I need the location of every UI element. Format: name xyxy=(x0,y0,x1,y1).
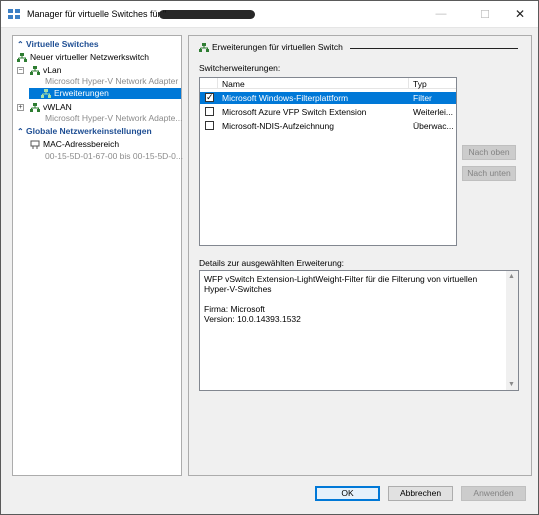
tree-item-vwlan-adapter: Microsoft Hyper-V Network Adapte... xyxy=(45,113,183,123)
chevron-up-icon[interactable]: ⌃ xyxy=(17,126,26,137)
network-switch-icon xyxy=(30,66,40,76)
tree-item-extensions[interactable]: Erweiterungen xyxy=(29,88,181,99)
tree-item-label: MAC-Adressbereich xyxy=(43,139,120,149)
extension-details-box[interactable]: WFP vSwitch Extension-LightWeight-Filter… xyxy=(199,270,519,391)
extensions-list[interactable]: Name Typ Microsoft Windows-Filterplattfo… xyxy=(199,77,457,246)
column-divider xyxy=(217,78,218,89)
details-scrollbar[interactable]: ▲ ▼ xyxy=(506,271,518,390)
details-version: Version: 10.0.14393.1532 xyxy=(204,314,301,324)
tree-item-label: Erweiterungen xyxy=(54,88,109,98)
details-content: WFP vSwitch Extension-LightWeight-Filter… xyxy=(204,274,502,324)
apply-button[interactable]: Anwenden xyxy=(461,486,526,501)
move-down-button[interactable]: Nach unten xyxy=(462,166,516,181)
switch-tree[interactable]: ⌃ Virtuelle Switches Neuer virtueller Net… xyxy=(12,35,183,476)
panel-title: Erweiterungen für virtuellen Switch xyxy=(212,42,343,52)
switch-extensions-label: Switcherweiterungen: xyxy=(199,63,281,73)
switch-manager-app-icon xyxy=(8,9,20,19)
extension-type: Filter xyxy=(413,93,432,103)
extension-checkbox[interactable] xyxy=(205,121,214,130)
extension-checkbox[interactable] xyxy=(205,91,214,103)
tree-item-new-switch[interactable]: Neuer virtueller Netzwerkswitch xyxy=(17,52,149,63)
maximize-button[interactable]: ☐ xyxy=(467,1,503,27)
extensions-panel: Erweiterungen für virtuellen Switch Swit… xyxy=(188,35,532,476)
network-switch-icon xyxy=(41,89,51,99)
details-description: WFP vSwitch Extension-LightWeight-Filter… xyxy=(204,274,478,294)
network-adapter-icon xyxy=(30,140,40,150)
window-title: Manager für virtuelle Switches für " xyxy=(27,9,167,19)
list-item[interactable]: Microsoft Azure VFP Switch Extension Wei… xyxy=(200,106,456,118)
title-bar[interactable]: Manager für virtuelle Switches für " — ☐… xyxy=(1,1,538,28)
minimize-button[interactable]: — xyxy=(423,1,459,27)
extension-type: Überwac... xyxy=(413,121,454,131)
expand-toggle-vwlan[interactable]: + xyxy=(17,104,24,111)
column-header-type[interactable]: Typ xyxy=(413,79,427,89)
close-icon: ✕ xyxy=(514,7,526,21)
list-header: Name Typ xyxy=(200,78,456,89)
close-button[interactable]: ✕ xyxy=(502,1,538,27)
ok-button[interactable]: OK xyxy=(315,486,380,501)
tree-item-mac-range[interactable]: MAC-Adressbereich xyxy=(30,139,119,150)
network-switch-icon xyxy=(30,103,40,113)
extension-name: Microsoft Windows-Filterplattform xyxy=(222,93,349,103)
heading-divider xyxy=(350,48,518,49)
maximize-icon: ☐ xyxy=(480,8,490,21)
tree-header-virtual-switches[interactable]: ⌃ Virtuelle Switches xyxy=(17,39,99,50)
tree-item-label: Neuer virtueller Netzwerkswitch xyxy=(30,52,150,62)
network-switch-icon xyxy=(17,53,27,63)
move-up-button[interactable]: Nach oben xyxy=(462,145,516,160)
list-item[interactable]: Microsoft-NDIS-Aufzeichnung Überwac... xyxy=(200,120,456,132)
collapse-toggle-vlan[interactable]: − xyxy=(17,67,24,74)
tree-item-mac-range-value: 00-15-5D-01-67-00 bis 00-15-5D-0... xyxy=(45,151,183,161)
extension-type: Weiterlei... xyxy=(413,107,453,117)
list-item[interactable]: Microsoft Windows-Filterplattform Filter xyxy=(200,91,456,104)
chevron-up-icon[interactable]: ⌃ xyxy=(17,39,26,50)
extension-checkbox[interactable] xyxy=(205,107,214,116)
tree-item-vwlan[interactable]: vWLAN xyxy=(30,102,72,113)
tree-item-label: vWLAN xyxy=(43,102,72,112)
minimize-icon: — xyxy=(435,8,447,20)
tree-item-label: vLan xyxy=(43,65,62,75)
column-divider xyxy=(408,78,409,89)
details-company: Firma: Microsoft xyxy=(204,304,265,314)
tree-header-label: Globale Netzwerkeinstellungen xyxy=(26,126,152,136)
column-header-name[interactable]: Name xyxy=(222,79,245,89)
cancel-button[interactable]: Abbrechen xyxy=(388,486,453,501)
tree-header-label: Virtuelle Switches xyxy=(26,39,99,49)
scroll-up-arrow-icon[interactable]: ▲ xyxy=(508,273,515,280)
panel-heading: Erweiterungen für virtuellen Switch xyxy=(199,42,343,53)
network-switch-icon xyxy=(199,43,209,53)
extension-name: Microsoft Azure VFP Switch Extension xyxy=(222,107,367,117)
extension-name: Microsoft-NDIS-Aufzeichnung xyxy=(222,121,334,131)
switch-manager-window: Manager für virtuelle Switches für " — ☐… xyxy=(0,0,539,515)
tree-item-vlan-adapter: Microsoft Hyper-V Network Adapter xyxy=(45,76,179,86)
tree-header-global-settings[interactable]: ⌃ Globale Netzwerkeinstellungen xyxy=(17,126,152,137)
redacted-host-name xyxy=(159,10,255,19)
tree-item-vlan[interactable]: vLan xyxy=(30,65,61,76)
dialog-button-bar: OK Abbrechen Anwenden xyxy=(1,479,538,514)
scroll-down-arrow-icon[interactable]: ▼ xyxy=(508,381,515,388)
details-label: Details zur ausgewählten Erweiterung: xyxy=(199,258,345,268)
